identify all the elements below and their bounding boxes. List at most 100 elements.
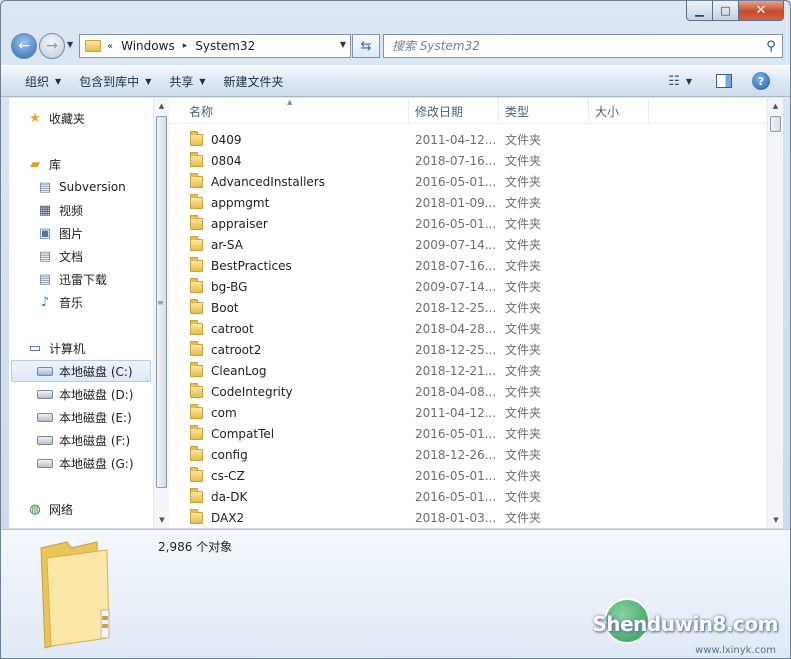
breadcrumb-separator[interactable]: ▸ xyxy=(183,41,188,51)
column-name[interactable]: ▲ 名称 xyxy=(169,98,409,124)
column-type[interactable]: 类型 xyxy=(499,98,589,124)
minimize-button[interactable]: ▁ xyxy=(686,1,713,21)
close-button[interactable]: ✕ xyxy=(739,1,784,21)
table-row[interactable]: AdvancedInstallers 2016-05-01... 文件夹 xyxy=(169,171,769,192)
file-name: CleanLog xyxy=(211,363,267,378)
scroll-up-arrow-icon[interactable]: ▲ xyxy=(154,98,169,114)
table-row[interactable]: CleanLog 2018-12-21... 文件夹 xyxy=(169,360,769,381)
table-row[interactable]: CodeIntegrity 2018-04-08... 文件夹 xyxy=(169,381,769,402)
breadcrumb-system32[interactable]: System32 xyxy=(195,39,255,53)
file-type: 文件夹 xyxy=(505,154,542,168)
preview-pane-icon[interactable] xyxy=(716,74,732,88)
file-name: BestPractices xyxy=(211,258,292,273)
back-button[interactable]: ← xyxy=(11,33,37,59)
include-in-library-button[interactable]: 包含到库中 ▼ xyxy=(79,73,151,90)
nav-network[interactable]: ◍ 网络 xyxy=(27,498,147,520)
table-row[interactable]: appraiser 2016-05-01... 文件夹 xyxy=(169,213,769,234)
file-name: cs-CZ xyxy=(211,468,245,483)
file-name: DAX2 xyxy=(211,510,245,525)
document-icon: ▤ xyxy=(38,248,52,264)
system-drive-icon xyxy=(37,363,53,379)
table-row[interactable]: config 2018-12-26... 文件夹 xyxy=(169,444,769,465)
search-input[interactable] xyxy=(392,39,760,53)
table-row[interactable]: com 2011-04-12... 文件夹 xyxy=(169,402,769,423)
table-row[interactable]: CompatTel 2016-05-01... 文件夹 xyxy=(169,423,769,444)
new-folder-button[interactable]: 新建文件夹 xyxy=(224,73,284,90)
table-row[interactable]: bg-BG 2009-07-14... 文件夹 xyxy=(169,276,769,297)
address-bar[interactable]: « Windows ▸ System32 ▼ xyxy=(79,34,351,58)
table-row[interactable]: da-DK 2016-05-01... 文件夹 xyxy=(169,486,769,507)
column-size-label: 大小 xyxy=(595,104,620,119)
folder-icon xyxy=(190,172,203,188)
nav-computer[interactable]: ▭ 计算机 xyxy=(27,337,147,359)
nav-scrollbar[interactable]: ▲ ≡ ▼ xyxy=(153,98,169,528)
file-type: 文件夹 xyxy=(505,322,542,336)
file-list-scrollbar[interactable]: ▲ ▼ xyxy=(767,98,783,528)
refresh-button[interactable]: ⇆ xyxy=(352,34,380,58)
table-row[interactable]: 0409 2011-04-12... 文件夹 xyxy=(169,129,769,150)
search-icon[interactable]: ⚲ xyxy=(760,39,782,54)
column-date-modified[interactable]: 修改日期 xyxy=(409,98,499,124)
share-button[interactable]: 共享 ▼ xyxy=(169,73,205,90)
scroll-down-arrow-icon[interactable]: ▼ xyxy=(154,512,170,528)
file-scroll-thumb[interactable] xyxy=(770,116,781,132)
nav-library-label: Subversion xyxy=(59,180,126,194)
file-type: 文件夹 xyxy=(505,259,542,273)
table-row[interactable]: Boot 2018-12-25... 文件夹 xyxy=(169,297,769,318)
nav-library-music[interactable]: ♪ 音乐 xyxy=(37,291,147,313)
nav-library-pictures[interactable]: ▣ 图片 xyxy=(37,222,147,244)
nav-library-thunder-downloads[interactable]: ▤ 迅雷下载 xyxy=(37,268,147,290)
recent-pages-dropdown[interactable]: ▼ xyxy=(67,40,73,49)
table-row[interactable]: ar-SA 2009-07-14... 文件夹 xyxy=(169,234,769,255)
view-options-icon[interactable]: ☷ xyxy=(668,74,680,89)
nav-drive-label: 本地磁盘 (F:) xyxy=(59,433,131,448)
nav-drive-d[interactable]: 本地磁盘 (D:) xyxy=(37,383,147,405)
folder-icon xyxy=(190,382,203,398)
breadcrumb-windows[interactable]: Windows xyxy=(121,39,175,53)
table-row[interactable]: BestPractices 2018-07-16... 文件夹 xyxy=(169,255,769,276)
file-name: config xyxy=(211,447,248,462)
table-row[interactable]: cs-CZ 2016-05-01... 文件夹 xyxy=(169,465,769,486)
organize-button[interactable]: 组织 ▼ xyxy=(25,73,61,90)
folder-icon xyxy=(190,424,203,440)
nav-drive-e[interactable]: 本地磁盘 (E:) xyxy=(37,406,147,428)
file-name: CodeIntegrity xyxy=(211,384,293,399)
nav-drive-c[interactable]: 本地磁盘 (C:) xyxy=(11,360,151,382)
chevron-down-icon: ▼ xyxy=(199,76,206,86)
file-name: com xyxy=(211,405,237,420)
scroll-up-arrow-icon[interactable]: ▲ xyxy=(768,98,783,114)
maximize-button[interactable]: □ xyxy=(713,1,739,21)
folder-icon xyxy=(85,40,101,52)
file-name: appraiser xyxy=(211,216,268,231)
table-row[interactable]: catroot2 2018-12-25... 文件夹 xyxy=(169,339,769,360)
table-row[interactable]: appmgmt 2018-01-09... 文件夹 xyxy=(169,192,769,213)
download-library-icon: ▤ xyxy=(38,271,52,287)
organize-label: 组织 xyxy=(25,74,50,89)
file-date: 2016-05-01... xyxy=(415,468,497,483)
help-icon[interactable]: ? xyxy=(752,72,770,90)
column-size[interactable]: 大小 xyxy=(589,98,649,124)
forward-button[interactable]: → xyxy=(39,33,65,59)
search-box[interactable]: ⚲ xyxy=(383,34,783,58)
file-date: 2018-04-08... xyxy=(415,384,497,399)
nav-favorites[interactable]: ★ 收藏夹 xyxy=(27,107,147,129)
command-bar: 组织 ▼ 包含到库中 ▼ 共享 ▼ 新建文件夹 ☷ ▼ ? xyxy=(1,65,790,97)
nav-library-videos[interactable]: ▦ 视频 xyxy=(37,199,147,221)
table-row[interactable]: DAX2 2018-01-03... 文件夹 xyxy=(169,507,769,528)
file-date: 2018-12-26... xyxy=(415,447,497,462)
table-row[interactable]: 0804 2018-07-16... 文件夹 xyxy=(169,150,769,171)
nav-network-label: 网络 xyxy=(49,502,74,517)
view-dropdown-icon[interactable]: ▼ xyxy=(686,77,692,86)
nav-drive-f[interactable]: 本地磁盘 (F:) xyxy=(37,429,147,451)
folder-icon xyxy=(190,319,203,335)
folder-icon xyxy=(190,361,203,377)
scroll-down-arrow-icon[interactable]: ▼ xyxy=(768,512,784,528)
nav-drive-g[interactable]: 本地磁盘 (G:) xyxy=(37,452,147,474)
computer-icon: ▭ xyxy=(28,340,42,356)
nav-libraries[interactable]: ▰ 库 xyxy=(27,153,147,175)
nav-library-subversion[interactable]: ▤ Subversion xyxy=(37,176,147,198)
address-dropdown-icon[interactable]: ▼ xyxy=(340,40,346,49)
nav-library-documents[interactable]: ▤ 文档 xyxy=(37,245,147,267)
table-row[interactable]: catroot 2018-04-28... 文件夹 xyxy=(169,318,769,339)
breadcrumb-overflow[interactable]: « xyxy=(107,41,113,52)
